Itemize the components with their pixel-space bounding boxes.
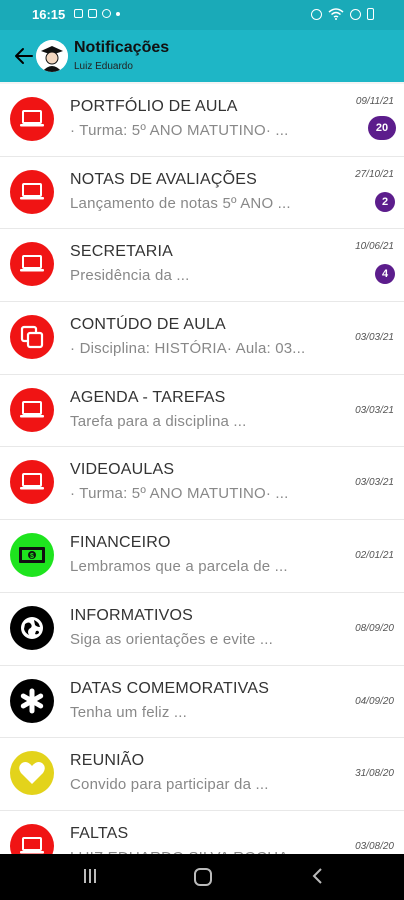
laptop-icon [19,836,45,854]
item-title: AGENDA - TAREFAS [70,388,226,406]
category-avatar [10,678,54,723]
category-avatar: $ [10,533,54,578]
item-subtitle: Convido para participar da ... [70,776,269,794]
item-subtitle: Lançamento de notas 5º ANO ... [70,194,291,212]
no-signal-icon [350,8,361,20]
item-date: 09/11/21 [355,96,394,107]
item-subtitle: · Disciplina: HISTÓRIA· Aula: 03... [70,340,306,358]
status-time: 16:15 [32,7,66,22]
category-avatar [10,169,54,214]
status-bar: 16:15 [0,0,404,30]
wifi-icon [328,8,344,20]
battery-icon [367,8,374,20]
recent-apps-icon[interactable] [82,867,98,885]
home-icon[interactable] [193,867,213,887]
list-item[interactable]: DATAS COMEMORATIVAS Tenha um feliz ... 04/… [0,666,404,739]
item-subtitle: · Turma: 5º ANO MATUTINO· ... [70,485,289,503]
list-item[interactable]: VIDEOAULAS · Turma: 5º ANO MATUTINO· ... 0… [0,447,404,521]
heart-icon [18,760,46,786]
laptop-icon [19,182,45,202]
gallery-icon [74,9,83,18]
status-system-icons [311,8,374,20]
category-avatar [10,605,54,650]
list-item[interactable]: AGENDA - TAREFAS Tarefa para a disciplina… [0,375,404,448]
item-title: DATAS COMEMORATIVAS [70,679,270,697]
unread-count-badge: 20 [368,116,396,140]
item-date: 10/06/21 [355,241,394,253]
item-title: FINANCEIRO [70,534,171,552]
app-bar: Notificações Luiz Eduardo [0,30,404,82]
item-title: PORTFÓLIO DE AULA [70,98,238,115]
laptop-icon [19,472,45,492]
item-date: 03/08/20 [355,840,394,852]
category-avatar [10,751,54,796]
item-date: 03/03/21 [355,332,394,344]
item-subtitle: Lembramos que a parcela de ... [70,558,288,576]
system-nav-bar [0,854,404,900]
laptop-icon [19,400,45,420]
list-item[interactable]: SECRETARIA Presidência da ... 10/06/21 4 [0,229,404,303]
category-avatar [10,97,54,141]
list-item[interactable]: PORTFÓLIO DE AULA · Turma: 5º ANO MATUTIN… [0,84,404,157]
page-subtitle: Luiz Eduardo [74,61,133,72]
svg-text:$: $ [30,553,34,560]
item-date: 02/01/21 [355,550,394,562]
item-title: NOTAS DE AVALIAÇÕES [70,170,257,188]
notification-list: PORTFÓLIO DE AULA · Turma: 5º ANO MATUTIN… [0,84,404,854]
item-title: FALTAS [70,824,129,842]
laptop-icon [19,109,45,129]
list-item[interactable]: FALTASLUIZ EDUARDO SILVA ROCHA03/08/20 [0,811,404,854]
item-title: REUNIÃO [70,752,145,770]
list-item[interactable]: $ FINANCEIRO Lembramos que a parcela de ..… [0,520,404,593]
message-icon [88,9,97,18]
item-title: VIDEOAULAS [70,461,175,479]
back-nav-icon[interactable] [310,867,324,885]
item-title: INFORMATIVOS [70,606,193,624]
list-item[interactable]: INFORMATIVOS Siga as orientações e evite … [0,593,404,666]
graduate-avatar-icon [36,40,68,72]
item-subtitle: Tarefa para a disciplina ... [70,412,247,430]
item-date: 04/09/20 [355,695,394,707]
list-item[interactable]: CONTÚDO DE AULA · Disciplina: HISTÓRIA· A… [0,302,404,375]
back-arrow-icon[interactable] [12,44,36,68]
copy-icon [19,324,45,350]
status-notification-icons [74,9,120,18]
whatsapp-icon [102,9,111,18]
avatar[interactable] [36,40,68,72]
category-avatar [10,823,54,854]
item-date: 31/08/20 [355,768,394,780]
item-date: 03/03/21 [355,477,394,489]
category-avatar [10,315,54,360]
item-subtitle: Siga as orientações e evite ... [70,630,273,648]
list-item[interactable]: REUNIÃO Convido para participar da ... 31/… [0,738,404,811]
category-avatar [10,460,54,505]
item-title: CONTÚDO DE AULA [70,316,226,334]
unread-count-badge: 4 [375,264,395,285]
item-title: SECRETARIA [70,243,174,261]
laptop-icon [19,254,45,274]
asterisk-icon [19,688,45,714]
alarm-icon [311,8,322,20]
item-date: 08/09/20 [355,622,394,634]
money-icon: $ [18,545,46,565]
item-subtitle: · Turma: 5º ANO MATUTINO· ... [70,122,289,139]
item-subtitle: Tenha um feliz ... [70,703,187,721]
more-dot-icon [116,12,120,16]
globe-icon [19,615,45,641]
category-avatar [10,387,54,432]
item-date: 27/10/21 [355,168,394,180]
item-subtitle: Presidência da ... [70,267,190,285]
list-item[interactable]: NOTAS DE AVALIAÇÕES Lançamento de notas 5… [0,157,404,230]
item-date: 03/03/21 [355,404,394,416]
unread-count-badge: 2 [375,191,395,212]
page-title: Notificações [74,39,170,56]
category-avatar [10,242,54,287]
